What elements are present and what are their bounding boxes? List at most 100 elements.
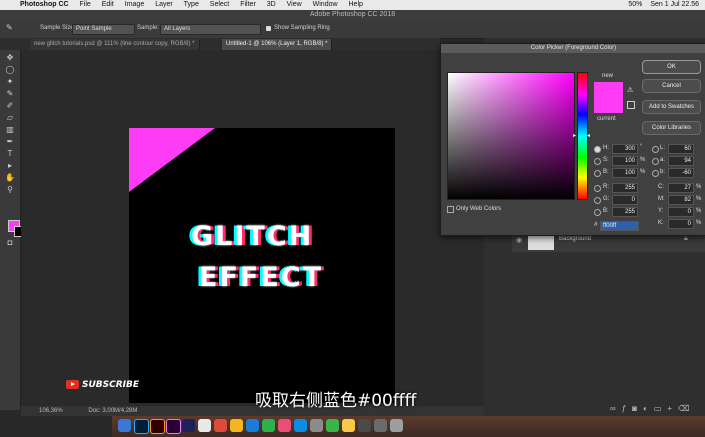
quick-mask-icon[interactable]: ◘ [4, 238, 16, 248]
lab-l-radio[interactable] [652, 146, 659, 153]
finder-icon[interactable] [118, 419, 131, 432]
eyedropper-icon[interactable]: ✎ [6, 23, 13, 32]
blue-radio[interactable] [594, 209, 601, 216]
magenta-label: M: [658, 196, 665, 202]
eraser-tool-icon[interactable]: ▱ [4, 113, 16, 123]
lab-b-radio[interactable] [652, 170, 659, 177]
gradient-tool-icon[interactable]: ▥ [4, 125, 16, 135]
menu-image[interactable]: Image [125, 0, 144, 10]
hue-slider-left-arrow[interactable]: ▸ [573, 132, 576, 139]
brightness-radio[interactable] [594, 170, 601, 177]
subscribe-text: SUBSCRIBE [82, 380, 140, 390]
adjustment-icon[interactable]: ◐ [643, 404, 654, 413]
music-icon[interactable] [278, 419, 291, 432]
photoshop-icon[interactable] [134, 419, 149, 434]
menu-3d[interactable]: 3D [267, 0, 276, 10]
premiere-icon[interactable] [166, 419, 181, 434]
hex-field[interactable]: ff00ff [600, 221, 639, 231]
hue-radio[interactable] [594, 146, 601, 153]
eyedropper-tool-icon[interactable]: ✎ [4, 89, 16, 99]
ok-button[interactable]: OK [642, 60, 701, 74]
menu-type[interactable]: Type [184, 0, 199, 10]
link-icon[interactable]: ∞ [610, 404, 622, 413]
saturation-radio[interactable] [594, 158, 601, 165]
menu-help[interactable]: Help [349, 0, 363, 10]
move-tool-icon[interactable]: ✥ [4, 53, 16, 63]
type-tool-icon[interactable]: T [4, 149, 16, 159]
trash-dock-icon[interactable] [390, 419, 403, 432]
brush-tool-icon[interactable]: ✐ [4, 101, 16, 111]
hand-tool-icon[interactable]: ✋ [4, 173, 16, 183]
new-color-label: new [602, 73, 614, 79]
new-layer-icon[interactable]: + [667, 404, 678, 413]
trash-icon[interactable]: ⌫ [678, 404, 695, 413]
sample-select[interactable]: All Layers [160, 24, 261, 35]
menu-layer[interactable]: Layer [155, 0, 173, 10]
only-web-colors-checkbox[interactable] [447, 206, 454, 213]
green-label: G: [603, 196, 610, 202]
color-field[interactable] [447, 72, 575, 200]
document-canvas[interactable]: GLITCH EFFECT [129, 128, 395, 403]
selection-tool-icon[interactable]: ▸ [4, 161, 16, 171]
green-field[interactable]: 0 [612, 195, 638, 205]
menu-file[interactable]: File [80, 0, 91, 10]
web-safe-cube-icon[interactable] [627, 101, 635, 109]
cancel-button[interactable]: Cancel [642, 79, 701, 93]
lab-b-field[interactable]: -60 [668, 168, 694, 178]
blue-field[interactable]: 255 [612, 207, 638, 217]
lab-l-field[interactable]: 60 [668, 144, 694, 154]
black-field[interactable]: 0 [668, 219, 694, 229]
mask-icon[interactable]: ◙ [632, 404, 643, 413]
menu-app-name[interactable]: Photoshop CC [20, 0, 69, 10]
color-libraries-button[interactable]: Color Libraries [642, 121, 701, 135]
lab-a-radio[interactable] [652, 158, 659, 165]
current-color-swatch[interactable] [594, 97, 623, 113]
app-store-icon[interactable] [294, 419, 307, 432]
safari-icon[interactable] [246, 419, 259, 432]
pen-tool-icon[interactable]: ✒ [4, 137, 16, 147]
sample-size-select[interactable]: Point Sample [72, 24, 135, 35]
after-effects-icon[interactable] [182, 419, 195, 432]
lasso-tool-icon[interactable]: ◯ [4, 65, 16, 75]
red-field[interactable]: 255 [612, 183, 638, 193]
cyan-field[interactable]: 27 [668, 183, 694, 193]
battery-level[interactable]: 50% [628, 1, 642, 8]
folder-dock-icon[interactable] [374, 419, 387, 432]
sketch-icon[interactable] [342, 419, 355, 432]
yellow-field[interactable]: 0 [668, 207, 694, 217]
illustrator-icon[interactable] [150, 419, 165, 434]
system-preferences-icon[interactable] [310, 419, 323, 432]
black-label: K: [658, 220, 664, 226]
menu-clock[interactable]: Sen 1 Jul 22.56 [650, 1, 699, 8]
chrome-icon[interactable] [214, 419, 227, 432]
saturation-field[interactable]: 100 [612, 156, 638, 166]
menu-select[interactable]: Select [210, 0, 229, 10]
menu-filter[interactable]: Filter [240, 0, 256, 10]
add-to-swatches-button[interactable]: Add to Swatches [642, 100, 701, 114]
gamut-warning-icon[interactable]: ⚠ [627, 86, 633, 94]
tab-untitled-1[interactable]: Untitled-1 @ 106% (Layer 1, RGB/8) * [222, 39, 333, 50]
terminal-icon[interactable] [358, 419, 371, 432]
menu-edit[interactable]: Edit [102, 0, 114, 10]
menu-window[interactable]: Window [313, 0, 338, 10]
messages-icon[interactable] [262, 419, 275, 432]
menu-view[interactable]: View [287, 0, 302, 10]
hue-slider-right-arrow[interactable]: ◂ [587, 132, 590, 139]
hue-field[interactable]: 300 [612, 144, 638, 154]
sampling-ring-checkbox[interactable] [266, 26, 271, 31]
red-radio[interactable] [594, 185, 601, 192]
mail-icon[interactable] [198, 419, 211, 432]
zoom-tool-icon[interactable]: ⚲ [4, 185, 16, 195]
tab-glitch-tutorial[interactable]: new glitch tutorials.psd @ 111% (line co… [30, 39, 200, 50]
magic-wand-icon[interactable]: ✦ [4, 77, 16, 87]
brightness-field[interactable]: 100 [612, 168, 638, 178]
green-radio[interactable] [594, 197, 601, 204]
fx-icon[interactable]: ƒ [622, 404, 632, 413]
folder-icon[interactable]: ▭ [654, 404, 668, 413]
visibility-eye-icon[interactable]: ◉ [516, 236, 522, 244]
magenta-field[interactable]: 82 [668, 195, 694, 205]
lab-a-field[interactable]: 94 [668, 156, 694, 166]
upwork-icon[interactable] [326, 419, 339, 432]
notes-icon[interactable] [230, 419, 243, 432]
zoom-level[interactable]: 106,36% [39, 408, 63, 414]
